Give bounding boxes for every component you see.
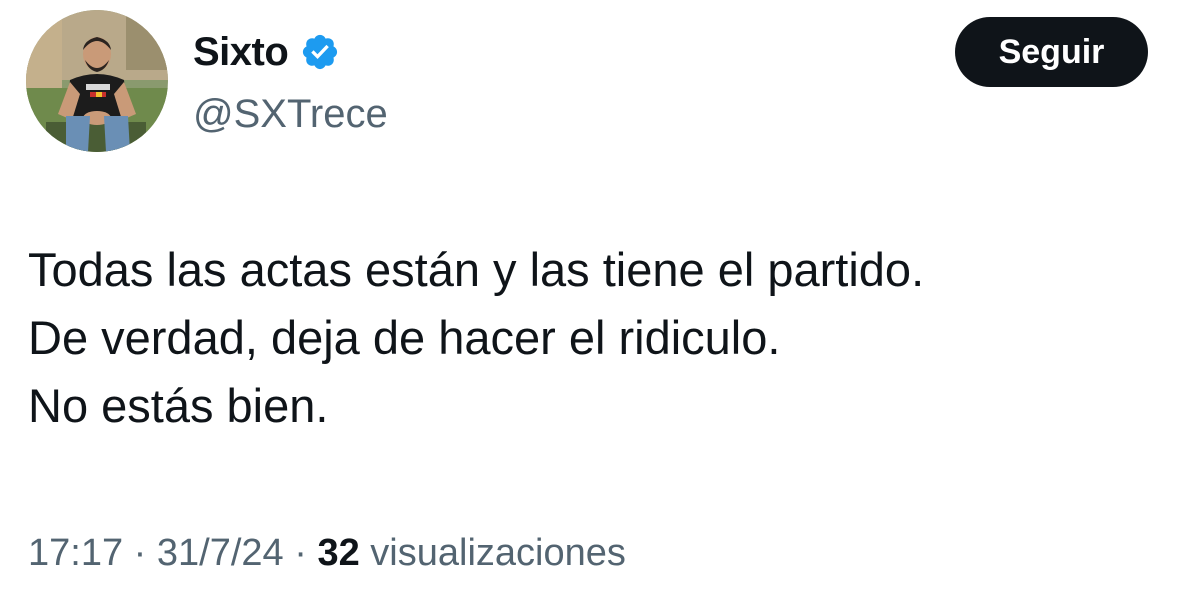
views-label[interactable]: visualizaciones bbox=[360, 532, 626, 574]
author-name-row[interactable]: Sixto bbox=[193, 26, 340, 78]
tweet-text-line: De verdad, deja de hacer el ridiculo. bbox=[28, 311, 781, 364]
tweet-timestamp[interactable]: 17:17 · 31/7/24 bbox=[28, 532, 284, 574]
avatar-photo-icon bbox=[26, 10, 168, 152]
verified-badge-icon bbox=[303, 34, 338, 70]
meta-separator: · bbox=[283, 532, 318, 574]
tweet-text: Todas las actas están y las tiene el par… bbox=[28, 236, 1168, 440]
views-count[interactable]: 32 bbox=[317, 532, 359, 574]
follow-button[interactable]: Seguir bbox=[955, 17, 1148, 87]
author-avatar[interactable] bbox=[26, 10, 168, 152]
tweet-metadata: 17:17 · 31/7/24 · 32 visualizaciones bbox=[28, 528, 626, 578]
tweet-text-line: No estás bien. bbox=[28, 379, 329, 432]
tweet-time[interactable]: 17:17 bbox=[28, 532, 123, 574]
meta-separator: · bbox=[123, 532, 157, 574]
author-handle[interactable]: @SXTrece bbox=[193, 88, 388, 140]
tweet-card: Sixto @SXTrece Seguir Todas las actas es… bbox=[0, 0, 1200, 600]
tweet-text-line: Todas las actas están y las tiene el par… bbox=[28, 243, 925, 296]
author-display-name[interactable]: Sixto bbox=[193, 26, 289, 78]
tweet-date[interactable]: 31/7/24 bbox=[157, 532, 284, 574]
